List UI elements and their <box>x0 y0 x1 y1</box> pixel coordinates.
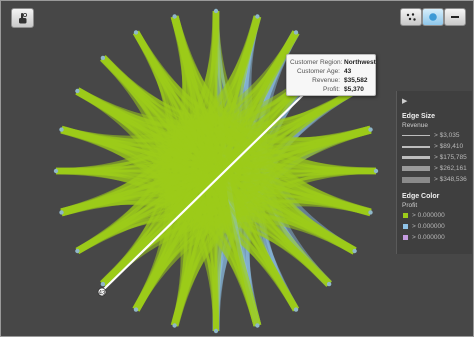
scatter-layout-icon <box>406 13 416 21</box>
graph-node[interactable] <box>368 127 373 132</box>
color-legend-item: > 0.000000 <box>403 234 445 241</box>
graph-node[interactable] <box>133 30 139 35</box>
tooltip-key-age: Customer Age: <box>297 68 340 75</box>
color-swatch <box>403 213 408 218</box>
edge-size-measure: Revenue <box>402 122 429 129</box>
pointer-tool-button[interactable] <box>11 8 34 28</box>
color-swatch <box>403 224 408 229</box>
tooltip-key-profit: Profit: <box>323 86 340 93</box>
graph-node[interactable] <box>255 323 260 328</box>
graph-node[interactable] <box>293 30 299 35</box>
circle-layout-icon <box>429 13 437 21</box>
graph-node[interactable] <box>172 14 177 19</box>
graph-node[interactable] <box>213 328 219 334</box>
visualization-frame: 43 Customer Region: Northwest Customer Ag… <box>0 0 474 337</box>
color-legend-item: > 0.000000 <box>403 212 445 219</box>
color-label: > 0.000000 <box>412 234 445 241</box>
minus-icon <box>451 16 459 18</box>
size-label: > $89,410 <box>434 143 464 150</box>
size-swatch <box>402 135 430 136</box>
tooltip-key-revenue: Revenue: <box>312 77 340 84</box>
graph-node[interactable] <box>75 88 80 94</box>
tooltip-key-region: Customer Region: <box>290 59 343 66</box>
size-legend-item: > $89,410 <box>402 143 463 150</box>
graph-node[interactable] <box>255 14 260 19</box>
tooltip-value-revenue: $35,582 <box>344 77 368 84</box>
graph-node[interactable] <box>373 168 379 174</box>
size-swatch <box>402 145 430 148</box>
graph-node[interactable] <box>172 323 177 328</box>
tooltip-value-profit: $5,370 <box>344 86 364 93</box>
graph-node[interactable] <box>368 210 373 215</box>
size-label: > $348,536 <box>434 176 467 183</box>
graph-node[interactable] <box>59 127 64 132</box>
color-label: > 0.000000 <box>412 212 445 219</box>
minus-button[interactable] <box>444 8 466 26</box>
graph-node[interactable] <box>293 307 299 312</box>
graph-node[interactable] <box>213 8 219 14</box>
graph-node[interactable] <box>100 281 106 287</box>
graph-node[interactable] <box>53 168 59 174</box>
edge-color-measure: Profit <box>402 202 418 209</box>
size-label: > $175,785 <box>434 154 467 161</box>
color-swatch <box>403 235 408 240</box>
size-label: > $262,161 <box>434 165 467 172</box>
circle-layout-button[interactable] <box>422 8 444 26</box>
color-label: > 0.000000 <box>412 223 445 230</box>
legend-panel: ▶ Edge Size Revenue > $3,035 > $89,410 >… <box>396 91 472 254</box>
size-swatch <box>402 176 430 183</box>
color-legend-item: > 0.000000 <box>403 223 445 230</box>
size-label: > $3,035 <box>434 132 460 139</box>
graph-node[interactable] <box>100 55 106 61</box>
size-legend-item: > $262,161 <box>402 165 467 172</box>
edge-size-title: Edge Size <box>402 113 436 120</box>
legend-collapse-icon[interactable]: ▶ <box>402 97 407 105</box>
size-legend-item: > $3,035 <box>402 132 459 139</box>
node-tooltip: Customer Region: Northwest Customer Age: 4… <box>286 54 376 96</box>
size-legend-item: > $348,536 <box>402 176 467 183</box>
tooltip-value-age: 43 <box>344 68 352 75</box>
graph-node[interactable] <box>75 248 80 254</box>
size-swatch <box>402 156 430 159</box>
size-swatch <box>402 166 430 171</box>
size-legend-item: > $175,785 <box>402 154 467 161</box>
highlighted-node-label: 43 <box>99 291 106 297</box>
graph-node[interactable] <box>59 210 64 215</box>
scatter-layout-button[interactable] <box>400 8 422 26</box>
edge-color-title: Edge Color <box>402 193 440 200</box>
graph-node[interactable] <box>133 307 139 312</box>
graph-node[interactable] <box>352 248 357 254</box>
pointer-hand-icon <box>18 12 27 23</box>
tooltip-value-region: Northwest <box>344 59 376 66</box>
graph-node[interactable] <box>326 281 332 287</box>
